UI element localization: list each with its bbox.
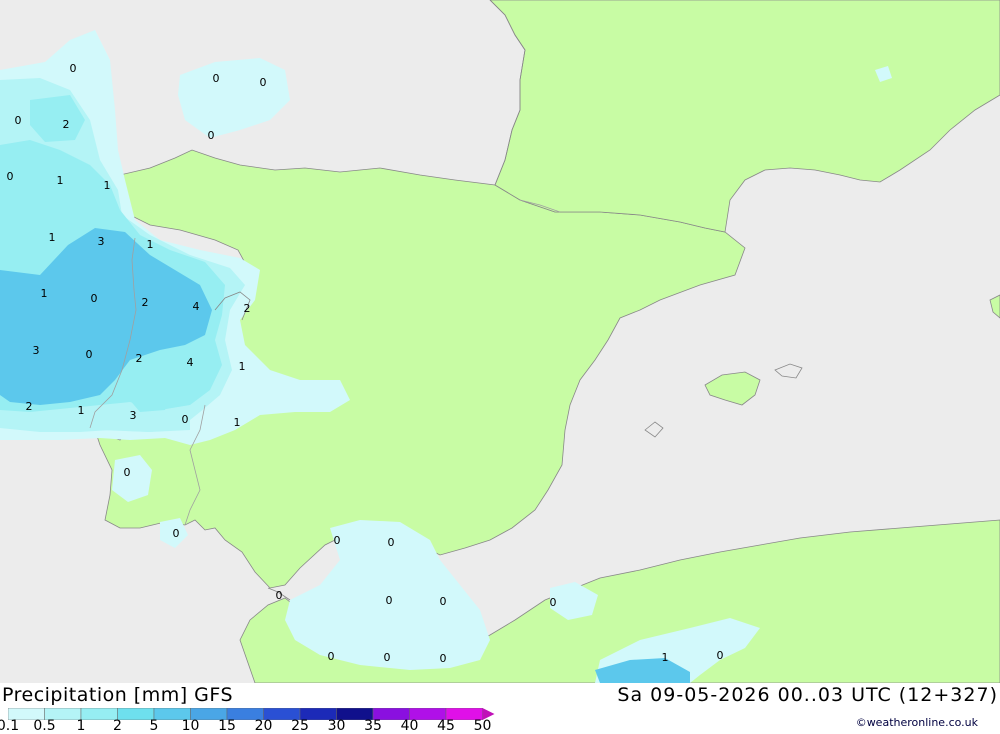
precip-value: 4 bbox=[187, 356, 194, 369]
precip-value: 0 bbox=[173, 527, 180, 540]
precip-value: 4 bbox=[193, 300, 200, 313]
precip-value: 0 bbox=[260, 76, 267, 89]
precip-value: 1 bbox=[49, 231, 56, 244]
precip-value: 2 bbox=[26, 400, 33, 413]
precip-value: 1 bbox=[57, 174, 64, 187]
legend-level-label: 15 bbox=[218, 718, 236, 734]
valid-time: Sa 09-05-2026 00..03 UTC (12+327) bbox=[617, 684, 998, 706]
legend-level-label: 10 bbox=[181, 718, 200, 734]
precip-value: 0 bbox=[15, 114, 22, 127]
precip-value: 1 bbox=[234, 416, 241, 429]
precip-value: 0 bbox=[208, 129, 215, 142]
precip-value: 1 bbox=[147, 238, 154, 251]
map-title: Precipitation [mm] GFS bbox=[2, 684, 234, 706]
legend-level-label: 0.5 bbox=[33, 718, 56, 734]
legend-level-label: 1 bbox=[76, 718, 86, 734]
precip-value: 2 bbox=[63, 118, 70, 131]
precip-value: 1 bbox=[239, 360, 246, 373]
legend-level-label: 25 bbox=[291, 718, 309, 734]
precip-value: 0 bbox=[440, 595, 447, 608]
precip-value: 0 bbox=[440, 652, 447, 665]
precip-value: 1 bbox=[662, 651, 669, 664]
legend-level-label: 5 bbox=[149, 718, 159, 734]
legend-level-label: 20 bbox=[254, 718, 273, 734]
precip-value: 1 bbox=[104, 179, 111, 192]
precip-value: 0 bbox=[213, 72, 220, 85]
precip-value: 0 bbox=[384, 651, 391, 664]
precip-value: 0 bbox=[182, 413, 189, 426]
precip-value: 1 bbox=[78, 404, 85, 417]
precipitation-map[interactable]: 0 0 0 0 2 0 0 1 1 1 1 3 1 0 2 4 3 0 2 4 1 2 1 3 2 0 1 0 0 0 0 0 0 0 0 0 0 0 1 0 bbox=[0, 0, 1000, 684]
precip-value: 0 bbox=[328, 650, 335, 663]
legend-level-label: 45 bbox=[437, 718, 455, 734]
legend-level-label: 50 bbox=[473, 718, 492, 734]
precip-value: 2 bbox=[244, 302, 251, 315]
legend-level-label: 0.1 bbox=[0, 718, 20, 734]
precip-value: 3 bbox=[130, 409, 137, 422]
precip-value: 0 bbox=[550, 596, 557, 609]
legend-level-label: 2 bbox=[113, 718, 122, 734]
precip-value: 0 bbox=[334, 534, 341, 547]
map-canvas: 0 0 0 0 2 0 0 1 1 1 1 3 1 0 2 4 3 0 2 4 1 2 1 3 2 0 1 0 0 0 0 0 0 0 0 0 0 0 1 0 bbox=[0, 0, 1000, 684]
precip-value: 1 bbox=[41, 287, 48, 300]
map-footer: Precipitation [mm] GFS Sa 09-05-2026 00.… bbox=[0, 683, 1000, 734]
precip-value: 0 bbox=[70, 62, 77, 75]
precip-value: 0 bbox=[7, 170, 14, 183]
precip-value: 0 bbox=[717, 649, 724, 662]
precip-value: 2 bbox=[136, 352, 143, 365]
legend-level-label: 30 bbox=[327, 718, 346, 734]
precip-value: 0 bbox=[124, 466, 131, 479]
credit-link[interactable]: ©weatheronline.co.uk bbox=[856, 716, 978, 729]
legend-level-label: 35 bbox=[364, 718, 382, 734]
precip-value: 3 bbox=[33, 344, 40, 357]
precip-value: 0 bbox=[276, 589, 283, 602]
legend-level-label: 40 bbox=[400, 718, 419, 734]
precip-value: 0 bbox=[86, 348, 93, 361]
precip-value: 0 bbox=[388, 536, 395, 549]
color-scale-labels: 0.1 0.5 1 2 5 10 15 20 25 30 35 40 45 50 bbox=[0, 718, 540, 734]
precip-value: 3 bbox=[98, 235, 105, 248]
precip-value: 0 bbox=[91, 292, 98, 305]
precip-value: 2 bbox=[142, 296, 149, 309]
precip-value: 0 bbox=[386, 594, 393, 607]
